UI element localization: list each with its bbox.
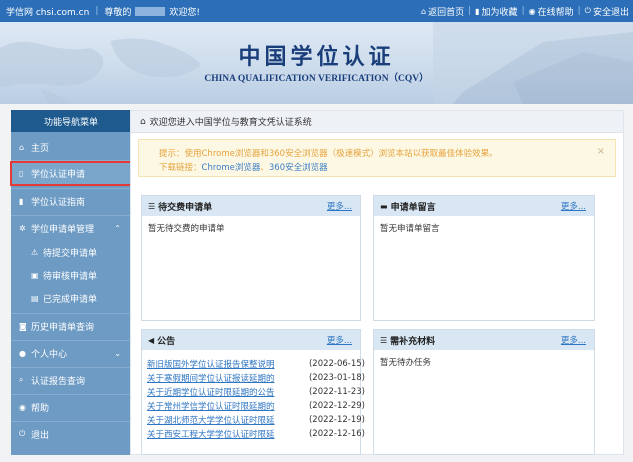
cart-icon: ▣	[31, 270, 39, 280]
divider: |	[468, 6, 472, 16]
empty-message: 暂无待交费的申请单	[148, 224, 225, 234]
logout-link[interactable]: ⏻ 安全退出	[585, 5, 629, 18]
user-icon: ●	[19, 348, 26, 358]
comment-icon: ▬	[380, 201, 388, 211]
notice-item: 关于近期学位认证时限延期的公告 (2022-11-23)	[147, 387, 365, 398]
sidebar-item-personal-center[interactable]: ● 个人中心 ⌄	[11, 342, 131, 364]
divider	[11, 421, 131, 422]
sidebar-item-pending-submit[interactable]: ⚠ 待提交申请单	[11, 241, 131, 263]
panel-messages: ▬ 申请单留言 更多... 暂无申请单留言	[373, 195, 595, 321]
home-icon: ⌂	[19, 142, 25, 152]
panel-pending-payment: ☰ 待交费申请单 更多... 暂无待交费的申请单	[141, 195, 361, 321]
banner-subtitle: CHINA QUALIFICATION VERIFICATION（CQV）	[204, 74, 429, 84]
divider	[11, 394, 131, 395]
divider	[11, 313, 131, 314]
panel-header: ▬ 申请单留言 更多...	[374, 196, 594, 216]
browser-tip-alert: 提示：使用Chrome浏览器和360安全浏览器（极速模式）浏览本站以获取最佳体验…	[138, 139, 616, 177]
empty-message: 暂无申请单留言	[380, 224, 440, 234]
chevron-up-icon: ⌃	[114, 223, 121, 233]
more-link[interactable]: 更多...	[561, 334, 586, 346]
notice-item: 关于常州学信学位认证时限延期的 (2022-12-29)	[147, 401, 365, 412]
divider: |	[95, 6, 99, 16]
sidebar-item-history[interactable]: ◙ 历史申请单查询	[11, 315, 131, 337]
top-links: ⌂ 返回首页 | ▮ 加为收藏 | ◉ 在线帮助 | ⏻ 安全退出	[421, 0, 629, 22]
favorite-link[interactable]: ▮ 加为收藏	[475, 5, 517, 18]
bullhorn-icon: ◀	[148, 335, 155, 345]
sidebar-item-logout[interactable]: ⏻ 退出	[11, 423, 131, 445]
divider	[11, 160, 131, 161]
panel-supplement: ☰ 需补充材料 更多... 暂无待办任务	[373, 329, 595, 455]
panel-header: ☰ 待交费申请单 更多...	[142, 196, 360, 216]
help-icon: ◉	[19, 402, 26, 412]
bookmark-icon: ▮	[475, 6, 480, 16]
power-icon: ⏻	[584, 6, 591, 15]
chrome-download-link[interactable]: Chrome浏览器	[202, 163, 261, 173]
gear-icon: ✲	[19, 223, 26, 233]
welcome-text: 欢迎您!	[169, 7, 200, 18]
greeting: 尊敬的	[104, 7, 132, 18]
list-icon: ☰	[380, 335, 388, 345]
power-icon: ⏻	[19, 429, 26, 438]
sidebar-item-pending-review[interactable]: ▣ 待审核申请单	[11, 264, 131, 286]
close-icon[interactable]: ×	[597, 146, 605, 157]
file-icon: ▯	[19, 169, 24, 178]
sidebar-item-home[interactable]: ⌂ 主页	[11, 136, 131, 158]
help-icon: ◉	[528, 6, 536, 16]
360-download-link[interactable]: 360安全浏览器	[269, 163, 328, 173]
camera-icon: ◙	[19, 321, 27, 331]
alert-text: 提示：使用Chrome浏览器和360安全浏览器（极速模式）浏览本站以获取最佳体验…	[159, 149, 498, 159]
help-link[interactable]: ◉ 在线帮助	[529, 5, 574, 18]
bookmark-icon: ▮	[19, 196, 24, 206]
notice-item: 新旧版国外学位认证报告保整说明 (2022-06-15)	[147, 359, 365, 370]
sidebar: 功能导航菜单 ⌂ 主页 ▯ 学位认证申请 ▮ 学位认证指南 ✲ 学位申请单管理 ⌃ ⚠ 待…	[10, 110, 132, 455]
sidebar-item-completed[interactable]: ▤ 已完成申请单	[11, 287, 131, 309]
sidebar-item-degree-apply[interactable]: ▯ 学位认证申请	[10, 161, 132, 186]
more-link[interactable]: 更多...	[327, 200, 352, 212]
empty-message: 暂无待办任务	[380, 358, 432, 368]
username-blurred	[135, 6, 166, 16]
divider: |	[521, 6, 525, 16]
notice-list: 新旧版国外学位认证报告保整说明 (2022-06-15) 关于寒假期间学位认证报读…	[147, 357, 365, 441]
notice-item: 关于寒假期间学位认证报读延期的 (2023-01-18)	[147, 373, 365, 384]
banner-title: 中国学位认证	[238, 44, 395, 70]
home-icon: ⌂	[140, 116, 146, 127]
sidebar-item-report-query[interactable]: ⌕ 认证报告查询	[11, 369, 131, 391]
home-icon: ⌂	[421, 6, 427, 16]
warning-icon: ⚠	[31, 247, 39, 257]
divider	[11, 188, 131, 189]
more-link[interactable]: 更多...	[561, 200, 586, 212]
site-name[interactable]: 学信网 chsi.com.cn	[6, 5, 89, 18]
list-icon: ☰	[148, 201, 156, 211]
main-header: ⌂ 欢迎您进入中国学位与教育文凭认证系统	[131, 111, 623, 133]
briefcase-icon: ▤	[31, 293, 39, 303]
main-title: 欢迎您进入中国学位与教育文凭认证系统	[149, 118, 312, 128]
top-bar: 学信网 chsi.com.cn | 尊敬的 欢迎您! ⌂ 返回首页 | ▮ 加为收藏…	[0, 0, 633, 22]
sidebar-item-guide[interactable]: ▮ 学位认证指南	[11, 190, 131, 212]
divider	[11, 340, 131, 341]
banner: 中国学位认证 CHINA QUALIFICATION VERIFICATION（…	[0, 22, 633, 104]
more-link[interactable]: 更多...	[327, 334, 352, 346]
sidebar-header: 功能导航菜单	[11, 110, 131, 132]
home-link[interactable]: ⌂ 返回首页	[421, 5, 464, 18]
divider	[11, 215, 131, 216]
main-content: ⌂ 欢迎您进入中国学位与教育文凭认证系统 提示：使用Chrome浏览器和360安…	[130, 110, 624, 455]
notice-item: 关于湖北师范大学学位认证时限延 (2022-12-19)	[147, 415, 365, 426]
divider: |	[577, 6, 581, 16]
sidebar-item-help[interactable]: ◉ 帮助	[11, 396, 131, 418]
panel-notices: ◀ 公告 更多... 新旧版国外学位认证报告保整说明 (2022-06-15) 关…	[141, 329, 365, 455]
chevron-down-icon: ⌄	[114, 348, 121, 358]
alert-links: 下载链接：Chrome浏览器、360安全浏览器	[159, 163, 328, 173]
divider	[11, 367, 131, 368]
search-icon: ⌕	[19, 375, 24, 384]
sidebar-item-app-management[interactable]: ✲ 学位申请单管理 ⌃	[11, 217, 131, 239]
panel-header: ☰ 需补充材料 更多...	[374, 330, 594, 350]
panel-header: ◀ 公告 更多...	[142, 330, 360, 350]
notice-item: 关于西安工程大学学位认证时限延 (2022-12-16)	[147, 429, 365, 440]
